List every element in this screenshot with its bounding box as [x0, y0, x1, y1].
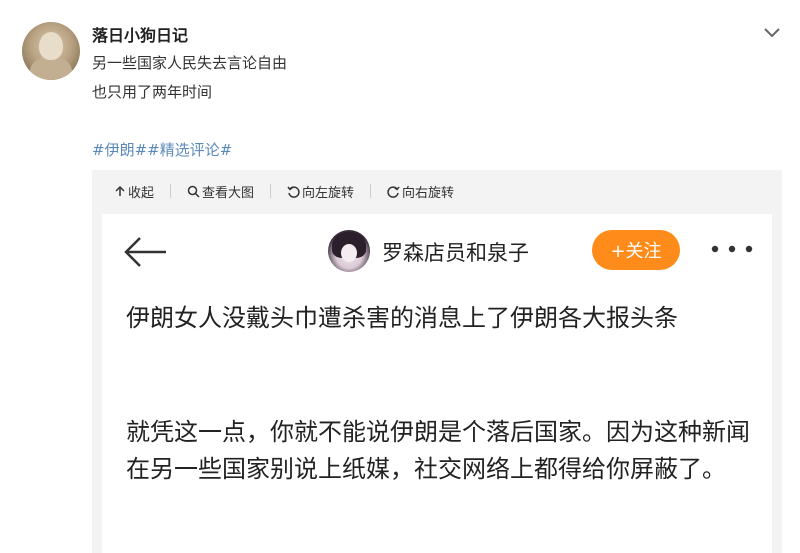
image-viewer: 收起 查看大图 向左旋转 向右旋转 罗森店员和泉子 +关注 伊朗女人没戴头巾遭杀…	[92, 170, 782, 553]
username[interactable]: 落日小狗日记	[92, 22, 188, 46]
rotate-left-label: 向左旋转	[302, 185, 355, 201]
view-large-button[interactable]: 查看大图	[187, 182, 254, 201]
rotate-right-icon	[387, 185, 400, 198]
magnify-icon	[187, 185, 200, 198]
toolbar-divider	[370, 184, 372, 198]
account-name: 罗森店员和泉子	[382, 241, 529, 265]
collapse-button[interactable]: 收起	[114, 182, 154, 201]
post-text-line-2: 也只用了两年时间	[92, 83, 213, 101]
rotate-right-label: 向右旋转	[402, 185, 455, 201]
toolbar-divider	[270, 184, 272, 198]
rotate-left-button[interactable]: 向左旋转	[287, 182, 354, 201]
viewer-toolbar: 收起 查看大图 向左旋转 向右旋转	[92, 170, 782, 212]
more-dots-icon	[711, 245, 753, 253]
screenshot-paragraph-2: 就凭这一点，你就不能说伊朗是个落后国家。因为这种新闻在另一些国家别说上纸媒，社交…	[126, 418, 750, 483]
collapse-label: 收起	[128, 185, 155, 201]
back-arrow-icon	[124, 237, 166, 267]
rotate-right-button[interactable]: 向右旋转	[387, 182, 454, 201]
collapse-icon	[115, 185, 125, 196]
follow-button: +关注	[592, 230, 680, 270]
screenshot-paragraph-1: 伊朗女人没戴头巾遭杀害的消息上了伊朗各大报头条	[126, 304, 678, 332]
post-text-line-1: 另一些国家人民失去言论自由	[92, 54, 288, 72]
account-avatar	[328, 230, 370, 272]
toolbar-divider	[170, 184, 172, 198]
view-large-label: 查看大图	[202, 185, 255, 201]
avatar-figure-head	[39, 32, 63, 60]
hashtag-iran[interactable]: #伊朗#	[92, 141, 147, 159]
rotate-left-icon	[287, 185, 300, 198]
embedded-screenshot[interactable]: 罗森店员和泉子 +关注 伊朗女人没戴头巾遭杀害的消息上了伊朗各大报头条 就凭这一…	[102, 214, 772, 553]
user-avatar[interactable]	[22, 22, 80, 80]
chevron-down-icon[interactable]	[762, 24, 782, 40]
avatar-face	[341, 244, 357, 262]
hashtag-featured-comments[interactable]: #精选评论#	[147, 141, 232, 159]
hashtag-list: #伊朗##精选评论#	[92, 139, 232, 160]
